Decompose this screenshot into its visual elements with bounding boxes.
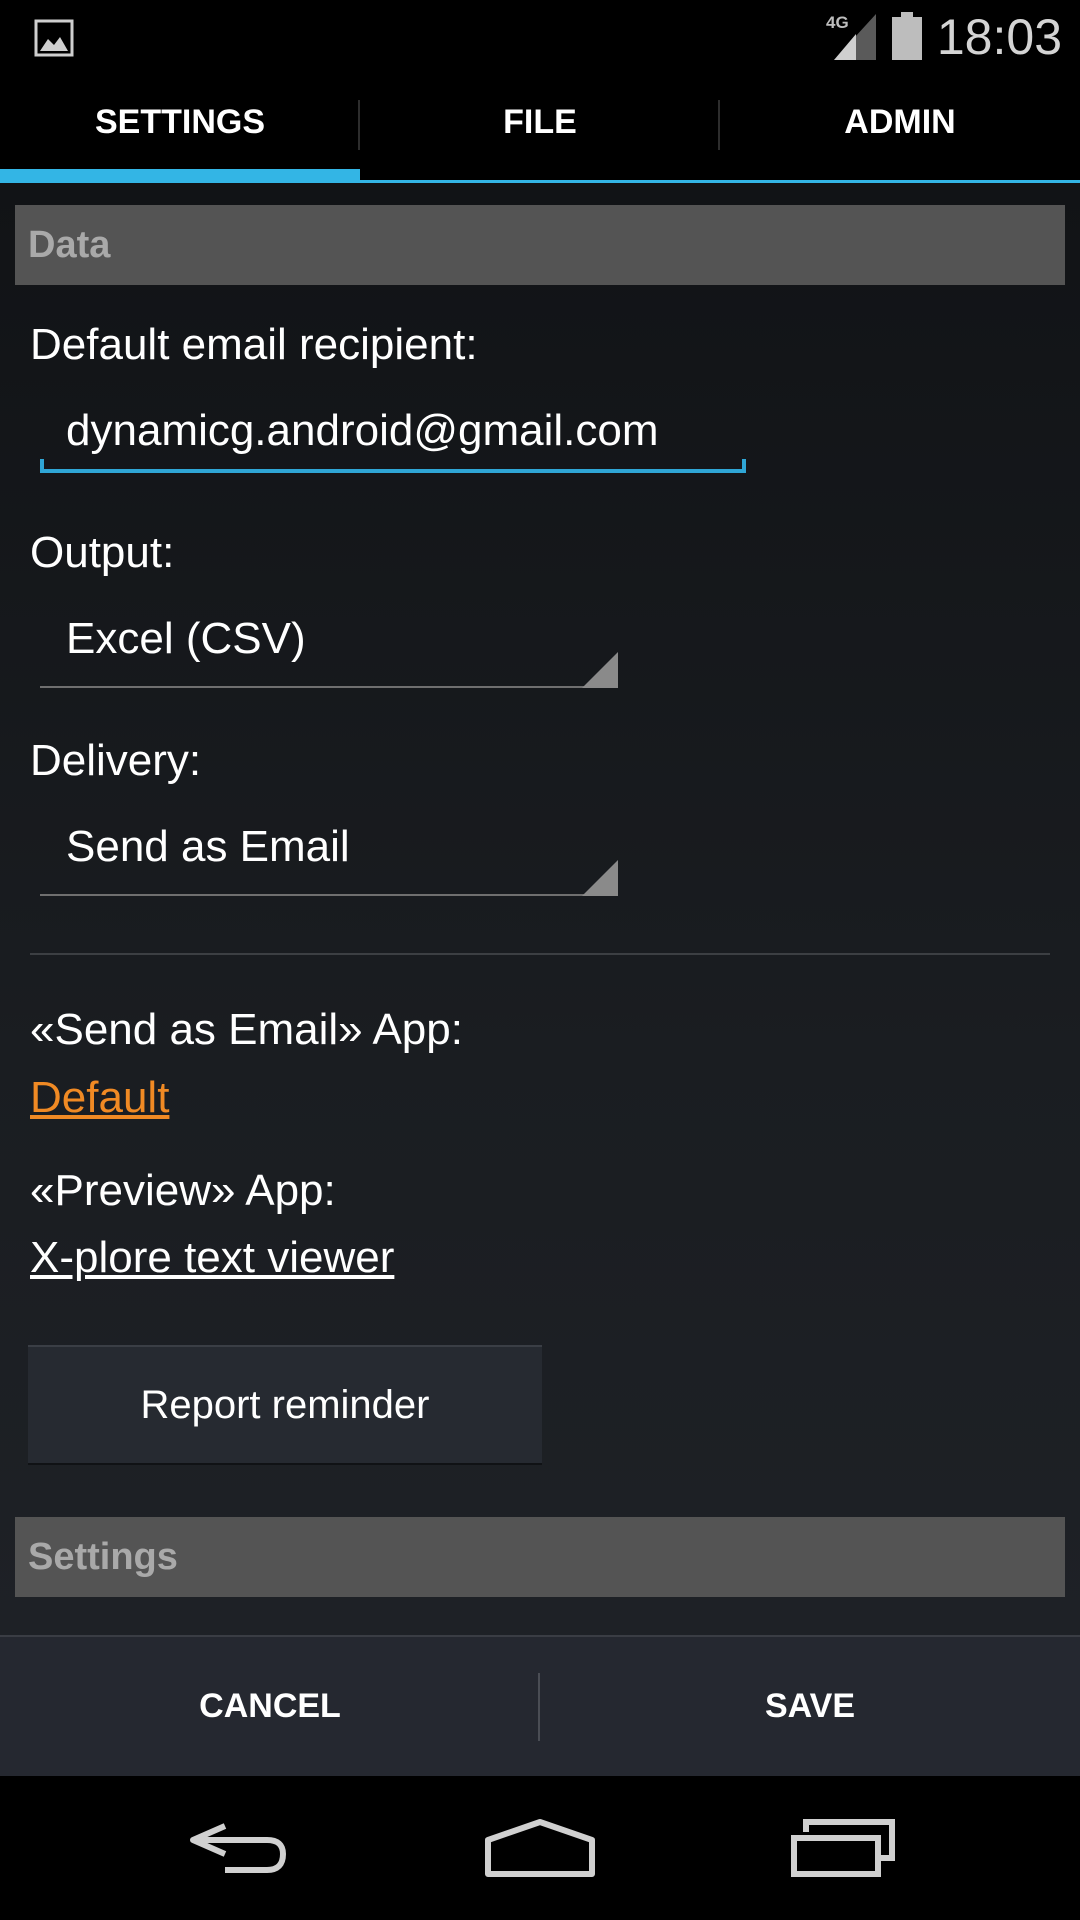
spinner-underline: [40, 894, 618, 896]
tab-file-label: FILE: [503, 102, 577, 141]
cancel-label: CANCEL: [199, 1687, 341, 1725]
battery-icon: [892, 12, 922, 60]
tab-divider: [718, 100, 720, 150]
send-email-app-link[interactable]: Default: [30, 1073, 169, 1123]
back-icon[interactable]: [185, 1818, 291, 1878]
spinner-arrow-icon: [582, 652, 618, 688]
tab-settings-label: SETTINGS: [94, 102, 266, 141]
gallery-icon: [34, 19, 74, 57]
input-tick: [742, 459, 746, 473]
preview-app-label: «Preview» App:: [30, 1166, 336, 1215]
tab-divider: [358, 100, 360, 150]
divider: [30, 953, 1050, 955]
save-label: SAVE: [764, 1687, 856, 1725]
delivery-spinner-value: Send as Email: [66, 822, 350, 871]
section-header-data: Data: [15, 205, 1065, 285]
home-icon[interactable]: [484, 1818, 596, 1878]
tab-admin[interactable]: ADMIN: [720, 75, 1080, 183]
signal-icon: 4G: [826, 13, 876, 60]
status-clock: 18:03: [936, 9, 1062, 65]
tab-file[interactable]: FILE: [360, 75, 720, 183]
email-recipient-field[interactable]: [40, 401, 746, 473]
spinner-arrow-icon: [582, 860, 618, 896]
report-reminder-label: Report reminder: [140, 1382, 430, 1427]
report-reminder-button[interactable]: Report reminder: [28, 1345, 542, 1465]
email-recipient-input[interactable]: [40, 401, 746, 461]
status-bar: 4G 18:03: [0, 0, 1080, 75]
output-spinner-value: Excel (CSV): [66, 614, 306, 663]
settings-content[interactable]: Data Default email recipient: Output: Ex…: [0, 183, 1080, 1635]
navigation-bar: [0, 1776, 1080, 1920]
send-email-app-label: «Send as Email» App:: [30, 1005, 463, 1054]
input-tick: [40, 459, 44, 473]
save-button[interactable]: SAVE: [540, 1637, 1080, 1776]
delivery-label: Delivery:: [30, 736, 202, 785]
tab-admin-label: ADMIN: [844, 102, 956, 141]
email-recipient-label: Default email recipient:: [30, 320, 478, 369]
spinner-underline: [40, 686, 618, 688]
output-label: Output:: [30, 528, 175, 577]
network-type-label: 4G: [826, 13, 849, 32]
action-divider: [538, 1673, 540, 1741]
delivery-spinner[interactable]: Send as Email: [40, 816, 618, 896]
tab-settings[interactable]: SETTINGS: [0, 75, 360, 183]
tab-indicator: [0, 169, 360, 183]
section-header-settings: Settings: [15, 1517, 1065, 1597]
tab-bar: SETTINGS FILE ADMIN: [0, 75, 1080, 183]
output-spinner[interactable]: Excel (CSV): [40, 608, 618, 688]
input-underline: [40, 469, 746, 473]
cancel-button[interactable]: CANCEL: [0, 1637, 540, 1776]
preview-app-link[interactable]: X-plore text viewer: [30, 1233, 394, 1283]
recents-icon[interactable]: [790, 1818, 896, 1878]
action-bar: CANCEL SAVE: [0, 1635, 1080, 1776]
